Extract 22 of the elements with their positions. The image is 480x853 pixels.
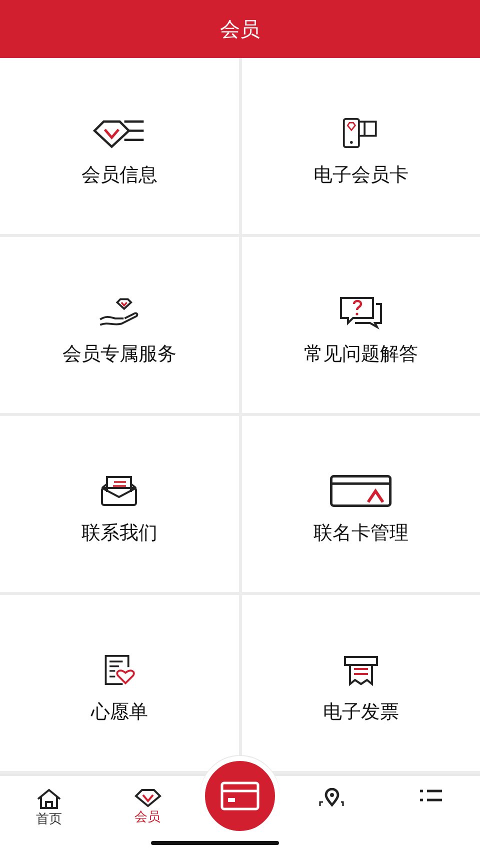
menu-tile[interactable]: 常见问题解答 [242,237,480,413]
gem-icon [134,788,162,808]
envelope-letter-icon [100,474,138,507]
hand-gem-icon [98,296,141,328]
card-icon [220,781,260,811]
tab[interactable]: 首页 [0,776,98,849]
list-heart-icon [102,654,136,686]
chat-question-icon [338,296,383,328]
menu-tile[interactable]: 联名卡管理 [242,416,480,592]
menu-tile[interactable]: 会员信息 [0,58,238,234]
menu-tile[interactable]: 电子会员卡 [242,58,480,234]
home-icon [36,788,62,810]
menu-icon [418,788,443,804]
page-title: 会员 [220,16,260,43]
menu-tile[interactable]: 联系我们 [0,416,238,592]
phone-card-icon [342,116,380,149]
receipt-icon [342,654,380,686]
menu-tile[interactable]: 心愿单 [0,595,238,771]
tab[interactable]: 会员 [98,776,197,849]
menu-tile[interactable]: 会员专属服务 [0,237,238,413]
bank-card-icon [330,474,392,507]
menu-tile[interactable]: 电子发票 [242,595,480,771]
